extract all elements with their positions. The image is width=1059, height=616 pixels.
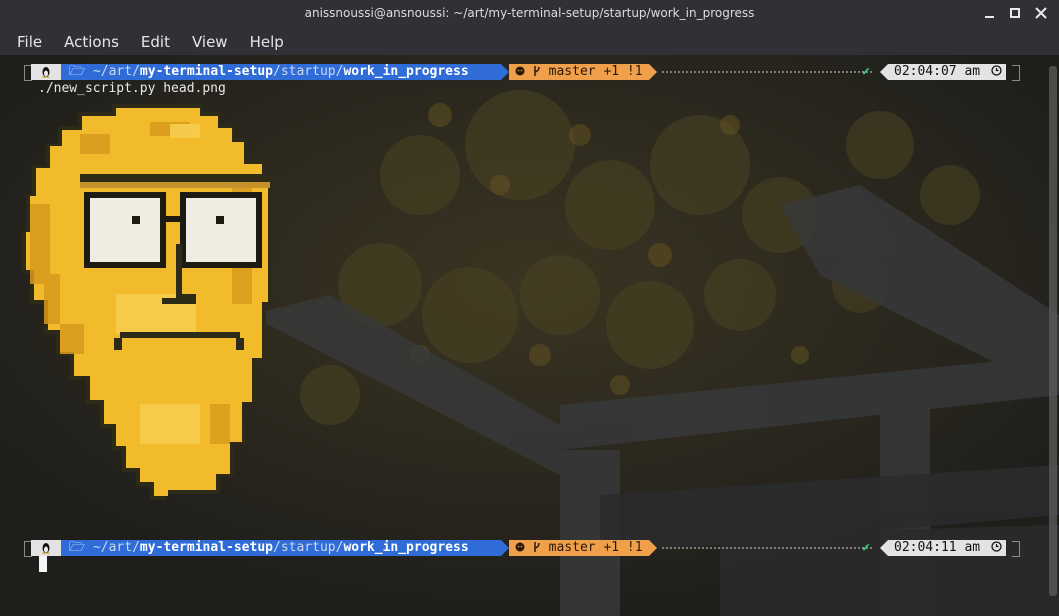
maximize-icon[interactable] xyxy=(1009,7,1021,19)
text-cursor xyxy=(39,556,47,572)
path-segment: 🗁 ~/art/my-terminal-setup/startup/work_i… xyxy=(61,64,501,80)
scrollbar[interactable] xyxy=(1049,66,1057,596)
menu-help[interactable]: Help xyxy=(239,33,295,51)
git-branch-icon xyxy=(534,66,540,76)
git-segment: master +1 !1 xyxy=(509,540,649,556)
os-segment xyxy=(31,64,61,80)
menu-edit[interactable]: Edit xyxy=(130,33,181,51)
check-icon: ✔ xyxy=(862,540,870,555)
github-icon xyxy=(515,66,525,76)
menu-view[interactable]: View xyxy=(181,33,239,51)
clock-icon xyxy=(991,541,1002,552)
path-part: my-terminal-setup xyxy=(139,64,273,79)
menu-file[interactable]: File xyxy=(6,33,53,51)
segment-arrow xyxy=(649,64,657,80)
prompt-line-2: 🗁 ~/art/my-terminal-setup/startup/work_i… xyxy=(24,540,1020,557)
segment-arrow xyxy=(880,64,888,80)
git-branch-icon xyxy=(534,542,540,552)
segment-arrow xyxy=(501,540,509,556)
git-segment: master +1 !1 xyxy=(509,64,649,80)
path-separator: / xyxy=(272,540,281,555)
path-part: art xyxy=(108,64,133,79)
folder-icon: 🗁 xyxy=(69,64,93,79)
path-separator: / xyxy=(272,64,281,79)
clock-icon xyxy=(991,65,1002,76)
prompt-filler xyxy=(662,71,872,73)
path-separator: / xyxy=(132,64,140,79)
segment-arrow xyxy=(501,64,509,80)
menu-bar: File Actions Edit View Help xyxy=(0,28,1059,55)
menu-actions[interactable]: Actions xyxy=(53,33,130,51)
window-controls xyxy=(983,7,1047,19)
prompt-time: 02:04:07 am xyxy=(894,64,981,79)
prompt-bracket-right xyxy=(1012,65,1020,81)
path-segment: 🗁 ~/art/my-terminal-setup/startup/work_i… xyxy=(61,540,501,556)
title-bar[interactable]: anissnoussi@ansnoussi: ~/art/my-terminal… xyxy=(0,0,1059,28)
path-home: ~/ xyxy=(92,540,109,555)
segment-arrow xyxy=(880,540,888,556)
folder-icon: 🗁 xyxy=(69,540,93,555)
prompt-line-1: 🗁 ~/art/my-terminal-setup/startup/work_i… xyxy=(24,64,1020,81)
prompt-filler xyxy=(662,547,872,549)
prompt-bracket-right xyxy=(1012,541,1020,557)
path-separator: / xyxy=(132,540,140,555)
os-segment xyxy=(31,540,61,556)
path-part: art xyxy=(108,540,133,555)
prompt-time: 02:04:11 am xyxy=(894,540,981,555)
time-segment: 02:04:11 am xyxy=(888,540,1006,556)
git-status: master +1 !1 xyxy=(548,540,643,555)
terminal-window: anissnoussi@ansnoussi: ~/art/my-terminal… xyxy=(0,0,1059,616)
path-current-dir: work_in_progress xyxy=(343,64,469,79)
path-part: my-terminal-setup xyxy=(139,540,273,555)
linux-tux-icon xyxy=(42,67,50,78)
window-title: anissnoussi@ansnoussi: ~/art/my-terminal… xyxy=(304,6,755,20)
git-status: master +1 !1 xyxy=(548,64,643,79)
minimize-icon[interactable] xyxy=(983,7,995,19)
path-current-dir: work_in_progress xyxy=(343,540,469,555)
path-part: startup xyxy=(280,540,336,555)
terminal-output[interactable]: 🗁 ~/art/my-terminal-setup/startup/work_i… xyxy=(0,55,1059,616)
path-part: startup xyxy=(280,64,336,79)
check-icon: ✔ xyxy=(862,64,870,79)
command-text: ./new_script.py head.png xyxy=(38,81,226,96)
path-home: ~/ xyxy=(92,64,109,79)
close-icon[interactable] xyxy=(1035,7,1047,19)
github-icon xyxy=(515,542,525,552)
linux-tux-icon xyxy=(42,543,50,554)
time-segment: 02:04:07 am xyxy=(888,64,1006,80)
segment-arrow xyxy=(649,540,657,556)
pixel-head-image xyxy=(22,104,272,500)
